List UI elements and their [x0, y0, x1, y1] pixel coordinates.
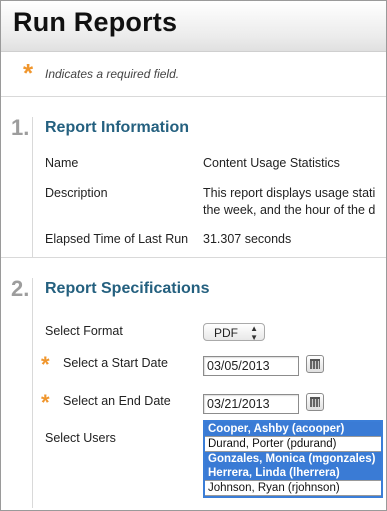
name-value: Content Usage Statistics	[203, 156, 340, 170]
users-listbox[interactable]: Cooper, Ashby (acooper) Durand, Porter (…	[203, 420, 383, 498]
run-reports-panel: Run Reports * Indicates a required field…	[0, 0, 387, 511]
required-star-icon: *	[23, 58, 34, 88]
page-title: Run Reports	[13, 7, 178, 37]
step-number-1: 1.	[11, 115, 30, 140]
description-label: Description	[45, 186, 108, 200]
calendar-icon[interactable]	[306, 355, 324, 373]
report-information-section: 1. Report Information Name Content Usage…	[1, 97, 386, 258]
end-date-input[interactable]: 03/21/2013	[203, 394, 299, 414]
section-divider	[32, 278, 33, 508]
select-format-label: Select Format	[45, 324, 123, 338]
elapsed-time-label: Elapsed Time of Last Run	[45, 232, 189, 246]
required-field-note: * Indicates a required field.	[1, 52, 386, 97]
start-date-label: Select a Start Date	[63, 356, 168, 370]
end-date-label: Select an End Date	[63, 394, 171, 408]
user-option-acooper[interactable]: Cooper, Ashby (acooper)	[205, 422, 381, 436]
user-option-mgonzales[interactable]: Gonzales, Monica (mgonzales)	[205, 452, 381, 466]
user-option-lherrera[interactable]: Herrera, Linda (lherrera)	[205, 466, 381, 480]
start-date-input[interactable]: 03/05/2013	[203, 356, 299, 376]
page-header: Run Reports	[1, 1, 386, 52]
elapsed-time-value: 31.307 seconds	[203, 232, 292, 246]
report-specifications-section: 2. Report Specifications Select Format P…	[1, 258, 386, 508]
updown-arrows-icon: ▲ ▼	[250, 324, 258, 342]
name-label: Name	[45, 156, 79, 170]
required-note-text: Indicates a required field.	[45, 67, 180, 81]
calendar-icon[interactable]	[306, 393, 324, 411]
user-option-pdurand[interactable]: Durand, Porter (pdurand)	[205, 436, 381, 452]
section-title-report-information: Report Information	[45, 119, 189, 136]
description-value-line2: the week, and the hour of the d	[203, 203, 376, 217]
required-star-icon: *	[41, 390, 50, 415]
description-value-line1: This report displays usage stati	[203, 186, 376, 200]
user-option-rjohnson[interactable]: Johnson, Ryan (rjohnson)	[205, 480, 381, 496]
select-users-label: Select Users	[45, 431, 116, 445]
section-title-report-specifications: Report Specifications	[45, 280, 210, 297]
step-number-2: 2.	[11, 276, 30, 301]
format-select[interactable]: PDF ▲ ▼	[203, 323, 265, 342]
format-select-value: PDF	[214, 326, 238, 340]
required-star-icon: *	[41, 352, 50, 377]
section-divider	[32, 117, 33, 257]
